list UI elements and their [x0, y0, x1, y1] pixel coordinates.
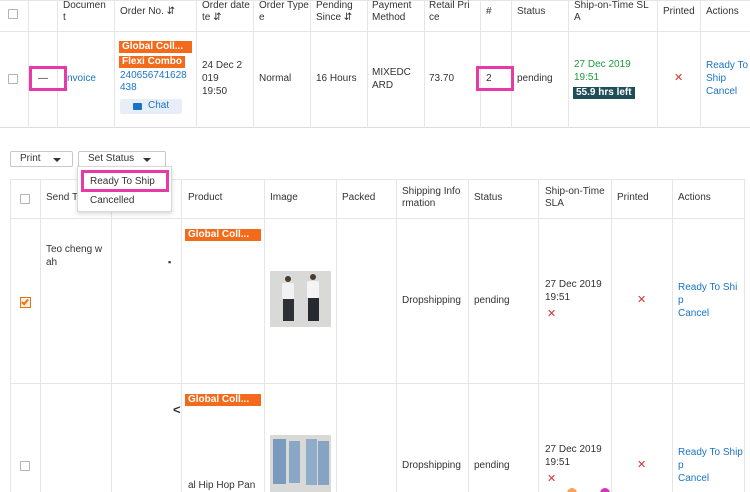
shipping-method: Dropshipping — [402, 295, 461, 306]
chevron-down-icon — [53, 158, 61, 162]
header-sla: Ship-on-Time SL A — [574, 0, 649, 23]
product-name: al Hip Hop Pan — [188, 480, 256, 491]
header-send-to: Send T — [46, 192, 79, 203]
ready-to-ship-link[interactable]: Ready To Shi p — [678, 281, 737, 307]
shipping-method: Dropshipping — [402, 460, 461, 471]
retail-price: 73.70 — [429, 73, 455, 84]
ready-to-ship-link[interactable]: Ready To Ship p — [678, 446, 743, 472]
sla-date: 27 Dec 2019 19:51 — [574, 59, 631, 83]
item-row-checkbox[interactable] — [20, 461, 30, 471]
header-product: Product — [188, 192, 223, 203]
order-date: 24 Dec 2 019 19:50 — [202, 60, 243, 97]
print-button[interactable]: Print — [10, 151, 73, 167]
item-count: 2 — [486, 73, 492, 84]
cancel-link[interactable]: Cancel — [706, 85, 737, 98]
ready-to-ship-link[interactable]: Ready To Ship — [706, 59, 748, 85]
header-packed: Packed — [342, 192, 376, 203]
customer-name: Teo cheng w ah — [46, 244, 103, 268]
chat-icon — [133, 103, 142, 110]
order-number-link[interactable]: 240656741628 438 — [120, 70, 187, 91]
header-actions: Actions — [678, 192, 711, 203]
header-printed: Printed — [663, 6, 695, 17]
pending-since: 16 Hours — [316, 73, 357, 84]
expand-highlight — [29, 66, 67, 91]
item-row-checkbox[interactable] — [20, 297, 31, 308]
sla-date: 27 Dec 2019 19:51 — [545, 444, 602, 468]
tag-flexi-combo: Flexi Combo — [119, 56, 185, 68]
sla-date: 27 Dec 2019 19:51 — [545, 279, 602, 303]
chat-label: Chat — [148, 100, 170, 111]
set-status-button[interactable]: Set Status — [78, 151, 166, 167]
sla-badge: 55.9 hrs left — [573, 87, 635, 99]
cancel-link[interactable]: Cancel — [678, 472, 709, 485]
select-all-checkbox[interactable] — [8, 9, 18, 19]
set-status-label: Set Status — [88, 153, 135, 164]
order-row-checkbox[interactable] — [8, 74, 18, 84]
tag-global-collection: Global Coll... — [119, 41, 192, 53]
payment-method: MIXEDC ARD — [372, 67, 411, 91]
cancel-link[interactable]: Cancel — [678, 307, 709, 320]
chevron-down-icon — [143, 158, 151, 162]
header-order-no[interactable]: Order No. ⇵ — [120, 6, 175, 18]
item-status: pending — [474, 460, 510, 471]
header-shipping-info: Shipping Info rmation — [402, 186, 461, 209]
row-marker: ▪ — [168, 257, 172, 267]
scroll-indicator — [567, 488, 577, 492]
expand-dash[interactable]: — — [38, 72, 48, 85]
header-document: Documen t — [63, 0, 106, 23]
checkmark-icon — [21, 297, 29, 306]
scroll-indicator — [600, 488, 610, 492]
header-sla: Ship-on-Time SLA — [545, 186, 605, 209]
printed-x-icon: ✕ — [637, 294, 647, 306]
count-highlight — [476, 66, 514, 91]
ready-to-ship-highlight — [81, 170, 169, 192]
printed-x-icon: ✕ — [674, 72, 684, 84]
header-order-type: Order Type e — [259, 0, 309, 23]
item-status: pending — [474, 295, 510, 306]
printed-x-icon: ✕ — [637, 459, 647, 471]
tag-global-collection: Global Coll... — [185, 229, 261, 241]
sub-select-all-checkbox[interactable] — [20, 194, 30, 204]
sla-x-icon: ✕ — [547, 308, 557, 320]
header-image: Image — [270, 192, 298, 203]
header-status: Status — [517, 6, 546, 17]
option-cancelled[interactable]: Cancelled — [90, 195, 134, 206]
order-status: pending — [517, 73, 553, 84]
header-order-date[interactable]: Order date te ⇵ — [202, 0, 250, 24]
header-actions: Actions — [706, 6, 739, 17]
order-type: Normal — [259, 73, 292, 84]
top-table: Documen t Order No. ⇵ Order date te ⇵ Or… — [0, 0, 750, 128]
header-pending-since[interactable]: Pending Since ⇵ — [316, 0, 353, 24]
header-payment-method: Payment Method — [372, 0, 412, 23]
header-count: # — [486, 6, 492, 17]
header-retail-price: Retail Pri ce — [429, 0, 470, 23]
sla-x-icon: ✕ — [547, 473, 557, 485]
row-marker: < — [173, 402, 181, 417]
product-image[interactable] — [270, 271, 331, 327]
expanded-panel: Print Set Status Send T Product Image Pa… — [0, 128, 750, 492]
header-printed: Printed — [617, 192, 649, 203]
print-label: Print — [20, 153, 41, 164]
invoice-link[interactable]: nvoice — [67, 72, 96, 85]
tag-global-collection: Global Coll... — [185, 394, 261, 406]
header-status: Status — [474, 192, 503, 203]
chat-button[interactable]: Chat — [120, 99, 182, 114]
product-image[interactable] — [270, 435, 331, 492]
